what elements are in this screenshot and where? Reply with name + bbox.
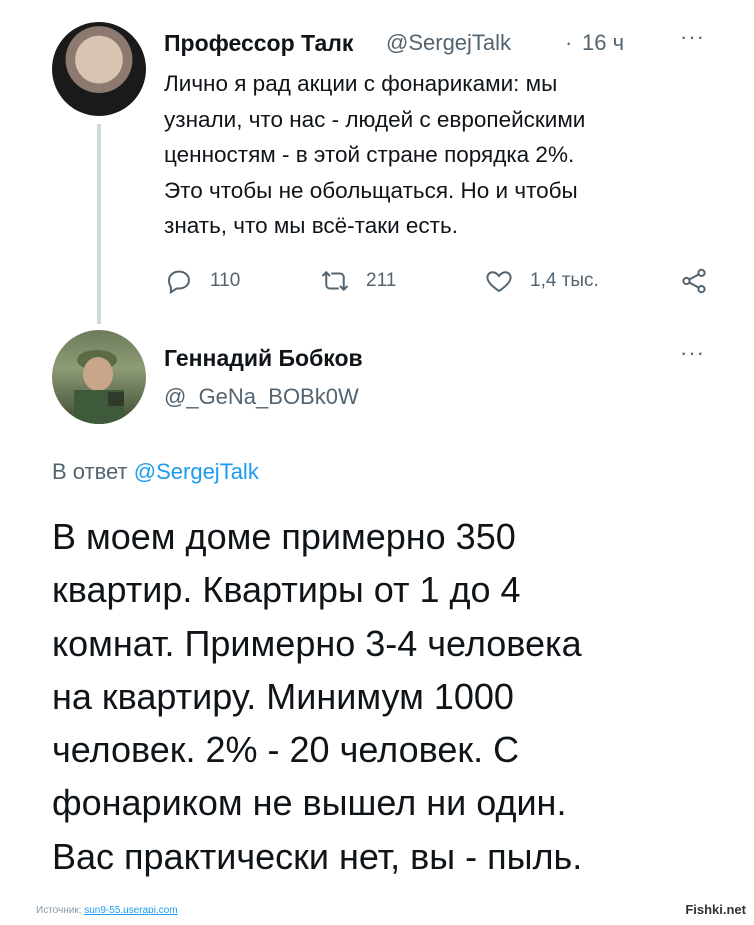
reply-context: В ответ @SergejTalk (52, 459, 259, 485)
avatar-professor-talk[interactable] (52, 22, 146, 116)
watermark-brand: Fishki.net (685, 902, 746, 917)
tweet1-line: Лично я рад акции с фонариками: мы (164, 71, 558, 96)
tweet2-line: квартир. Квартиры от 1 до 4 (52, 569, 521, 611)
like-count: 1,4 тыс. (530, 270, 599, 291)
tweet2-author-name[interactable]: Геннадий Бобков (164, 345, 363, 372)
avatar-gennady-bobkov[interactable] (52, 330, 146, 424)
tweet2-author-handle[interactable]: @_GeNa_BOBk0W (164, 384, 359, 410)
heart-icon (486, 271, 512, 293)
tweet1-text: Лично я рад акции с фонариками: мы узнал… (164, 66, 724, 244)
source-link[interactable]: sun9-55.userapi.com (84, 905, 177, 916)
tweet1-timestamp[interactable]: 16 ч (582, 30, 624, 56)
reply-count: 110 (210, 270, 241, 291)
tweet2-line: человек. 2% - 20 человек. С (52, 729, 520, 771)
source-credit: Источник: sun9-55.userapi.com (36, 905, 178, 916)
retweet-count: 211 (366, 270, 397, 291)
tweet2-text: В моем доме примерно 350 квартир. Кварти… (52, 510, 742, 883)
retweet-button[interactable]: 211 (320, 266, 396, 296)
tweet2-line: Вас практически нет, вы - пыль. (52, 835, 583, 877)
avatar-photo (74, 350, 124, 424)
tweet2-line: В моем доме примерно 350 (52, 516, 516, 557)
tweet1-line: Это чтобы не обольщаться. Но и чтобы (164, 177, 578, 203)
tweet1-author-name[interactable]: Профессор Талк (164, 30, 353, 57)
tweet1-more-button[interactable]: ··· (680, 24, 705, 50)
tweet1-author-handle[interactable]: @SergejTalk (386, 30, 511, 56)
reply-prefix: В ответ (52, 459, 128, 484)
reply-to-handle-link[interactable]: @SergejTalk (134, 459, 259, 484)
tweet2-more-button[interactable]: ··· (680, 340, 705, 366)
tweet1-line: ценностям - в этой стране порядка 2%. (164, 142, 575, 168)
source-label: Источник: (36, 905, 82, 916)
like-button[interactable]: 1,4 тыс. (484, 266, 599, 296)
tweet2-line: фонариком не вышел ни один. (52, 782, 567, 824)
share-button[interactable] (679, 266, 709, 296)
reply-icon (167, 270, 191, 295)
tweet1-line: узнали, что нас - людей с европейскими (164, 106, 586, 132)
reply-button[interactable]: 110 (164, 266, 240, 296)
share-icon (682, 268, 706, 294)
retweet-icon (321, 270, 349, 292)
tweet1-action-bar: 110 211 1,4 тыс. (164, 266, 724, 298)
tweet1-line: знать, что мы всё-таки есть. (164, 213, 458, 239)
tweet2-line: комнат. Примерно 3-4 человека (52, 622, 582, 664)
tweet1-separator: · (565, 30, 573, 55)
thread-connector-line (97, 124, 101, 324)
tweet2-line: на квартиру. Минимум 1000 (52, 675, 514, 717)
